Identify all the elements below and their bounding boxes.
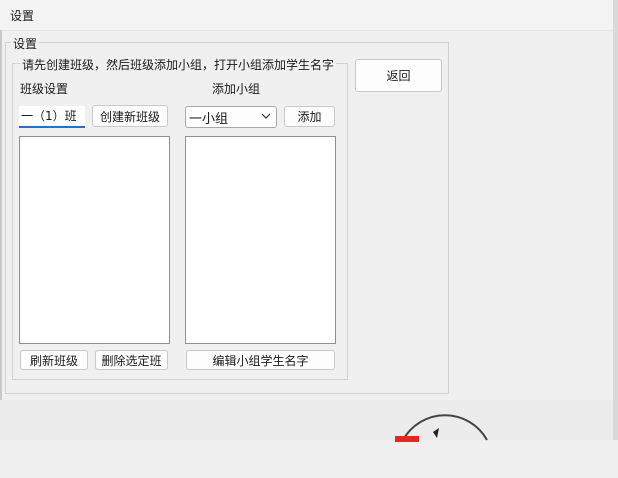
class-listbox[interactable]	[19, 136, 170, 344]
window-border-right	[613, 0, 618, 440]
instruction-text: 请先创建班级，然后班级添加小组，打开小组添加学生名字	[20, 56, 337, 73]
group-select-value: 一小组	[189, 112, 229, 127]
class-name-input[interactable]: 一（1）班	[19, 106, 85, 128]
chevron-down-icon	[261, 113, 271, 119]
group-select[interactable]: 一小组	[185, 106, 277, 128]
add-group-heading: 添加小组	[212, 82, 261, 96]
delete-class-button[interactable]: 删除选定班	[95, 350, 168, 370]
bottom-area	[0, 400, 613, 440]
edit-group-students-button[interactable]: 编辑小组学生名字	[186, 350, 335, 370]
group-listbox[interactable]	[185, 136, 336, 344]
window-border-left	[0, 30, 2, 440]
window-title: 设置	[10, 9, 35, 23]
dial-graphic	[395, 414, 488, 442]
refresh-classes-button[interactable]: 刷新班级	[20, 350, 88, 370]
add-group-button[interactable]: 添加	[284, 106, 335, 127]
class-settings-heading: 班级设置	[20, 82, 69, 96]
class-name-value: 一（1）班	[21, 109, 77, 123]
settings-group-label: 设置	[11, 35, 40, 52]
create-class-button[interactable]: 创建新班级	[92, 105, 168, 127]
title-bar: 设置	[0, 0, 618, 31]
back-button[interactable]: 返回	[355, 59, 442, 92]
